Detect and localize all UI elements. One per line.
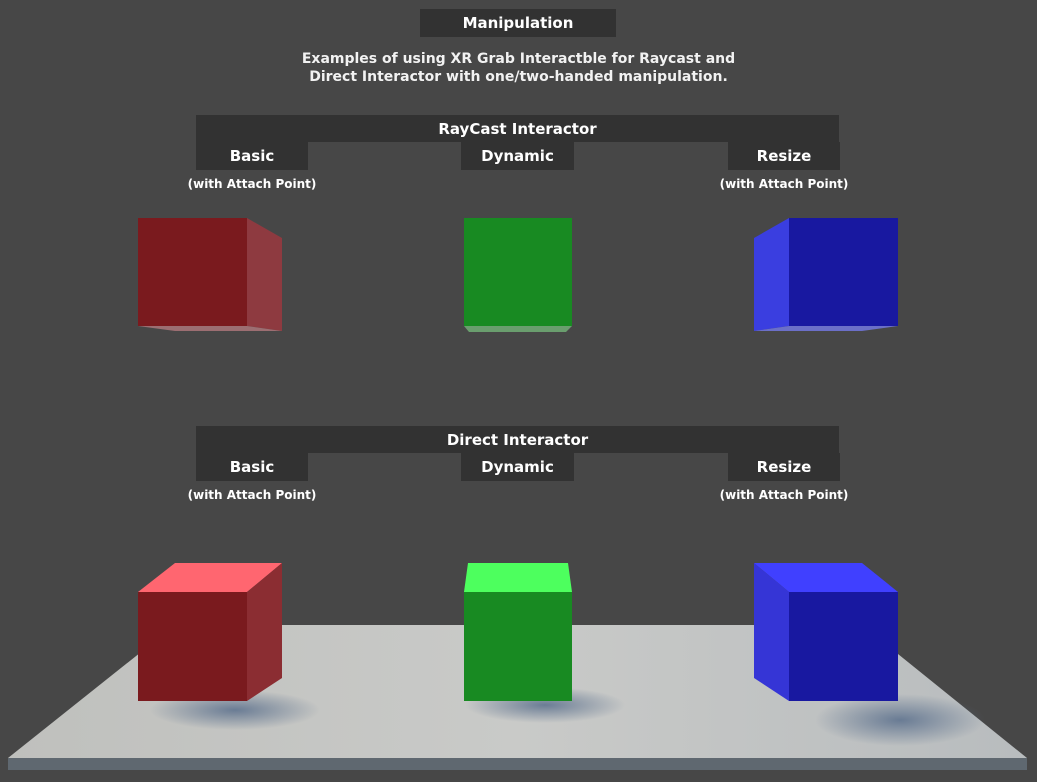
- direct-resize-cube[interactable]: [754, 563, 898, 701]
- direct-basic-cube[interactable]: [138, 563, 282, 701]
- raycast-basic-cube[interactable]: [138, 218, 282, 331]
- direct-section-title: Direct Interactor: [196, 426, 839, 453]
- raycast-resize-label: Resize: [728, 142, 840, 170]
- raycast-basic-note: (with Attach Point): [187, 177, 317, 191]
- raycast-dynamic-label: Dynamic: [461, 142, 574, 170]
- direct-resize-note: (with Attach Point): [719, 488, 849, 502]
- direct-resize-label: Resize: [728, 453, 840, 481]
- direct-dynamic-label: Dynamic: [461, 453, 574, 481]
- raycast-resize-cube[interactable]: [754, 218, 898, 331]
- direct-basic-label: Basic: [196, 453, 308, 481]
- page-title: Manipulation: [420, 9, 616, 37]
- description-line-2: Direct Interactor with one/two-handed ma…: [309, 69, 728, 85]
- raycast-basic-label: Basic: [196, 142, 308, 170]
- direct-dynamic-cube[interactable]: [464, 563, 572, 701]
- raycast-resize-note: (with Attach Point): [719, 177, 849, 191]
- raycast-dynamic-cube[interactable]: [464, 218, 572, 332]
- raycast-section-title: RayCast Interactor: [196, 115, 839, 142]
- description-line-1: Examples of using XR Grab Interactble fo…: [301, 51, 736, 67]
- direct-basic-note: (with Attach Point): [187, 488, 317, 502]
